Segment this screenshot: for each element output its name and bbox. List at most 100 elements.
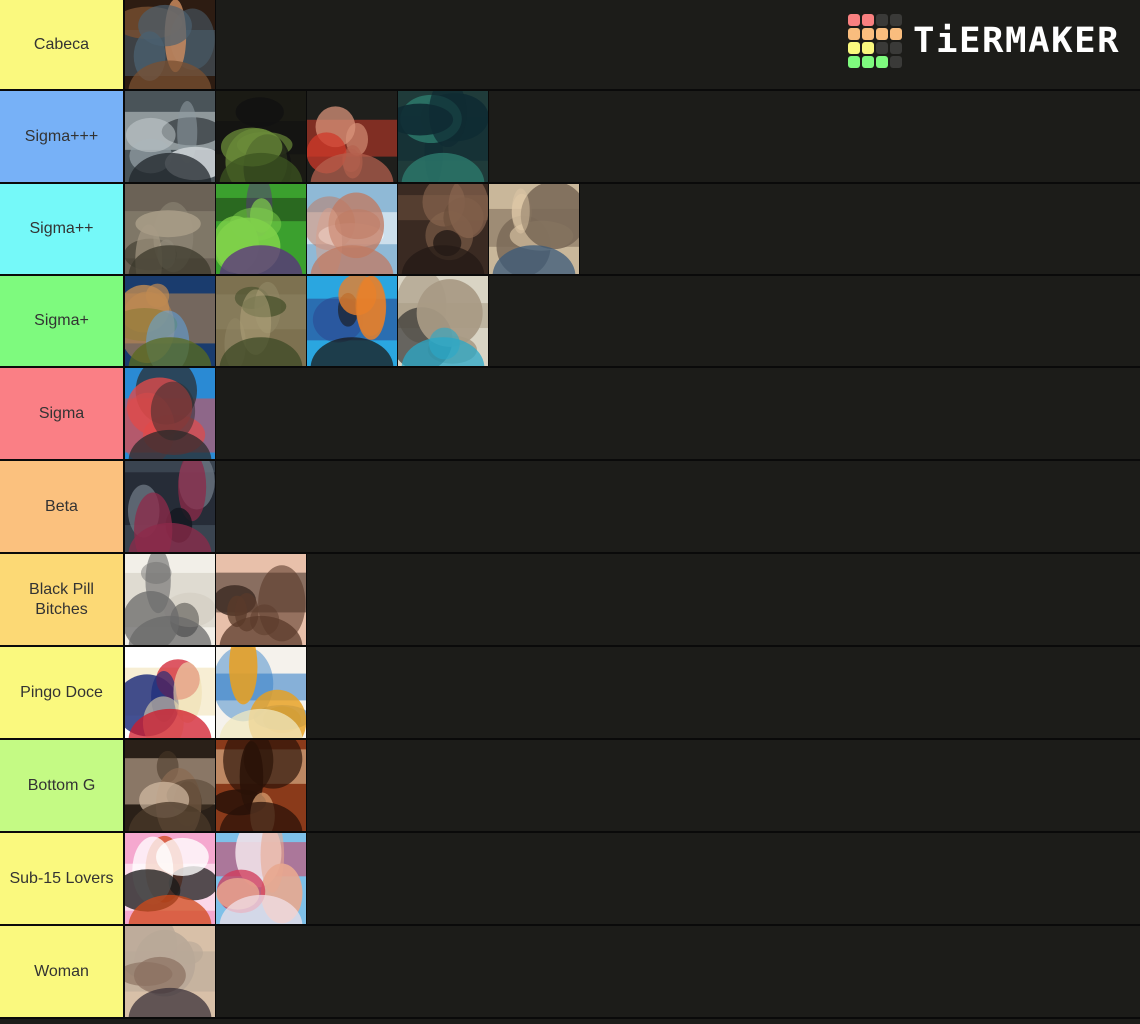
tier-label-woman[interactable]: Woman: [0, 926, 125, 1017]
tier-item-treebeard-ent-face-lotr[interactable]: [125, 184, 216, 274]
jesse-pinkman-laughing-meme-thumbnail: [216, 740, 306, 831]
pingo-doce-milho-corn-can-thumbnail: [216, 647, 306, 738]
logo-cell-1-0: [847, 28, 860, 40]
tier-label-pingo-doce[interactable]: Pingo Doce: [0, 647, 125, 738]
tier-item-continente-popcorn-package[interactable]: [125, 647, 216, 738]
tier-item-bodybuilder-uwu-text-meme[interactable]: [307, 184, 398, 274]
rainbow-man-middle-finger-meme-thumbnail: [125, 368, 215, 459]
tier-label-black-pill-bitches[interactable]: Black Pill Bitches: [0, 554, 125, 645]
logo-cell-3-2: [875, 56, 888, 68]
tier-item-shirtless-man-beanie-mirror-selfie[interactable]: [398, 276, 489, 366]
witcher-geralt-with-frying-pan-thumbnail: [125, 91, 215, 182]
tree-face-creature-fantasy-thumbnail: [216, 276, 306, 366]
tier-row: Black Pill Bitches: [0, 554, 1140, 647]
logo-cell-3-3: [889, 56, 902, 68]
logo-cell-3-0: [847, 56, 860, 68]
tier-label-bottom-g[interactable]: Bottom G: [0, 740, 125, 831]
tier-row: Sigma+: [0, 276, 1140, 368]
man-with-kachow-sunglasses-outdoors-thumbnail: [216, 833, 306, 924]
tier-row: Beta: [0, 461, 1140, 554]
tier-items-container[interactable]: [125, 833, 1140, 924]
tier-item-ultra-instinct-shaggy-cartoon[interactable]: [125, 276, 216, 366]
tier-item-green-haired-anime-character[interactable]: [398, 91, 489, 182]
tier-label-cabeca[interactable]: Cabeca: [0, 0, 125, 89]
tier-item-dark-haired-man-selfie-closeup[interactable]: [398, 184, 489, 274]
young-man-eyes-closed-indoor-photo-thumbnail: [125, 0, 215, 89]
tiermaker-wordmark: TiERMAKER: [912, 20, 1121, 61]
dark-armored-game-character-thumbnail: [125, 461, 215, 552]
walter-white-breaking-bad-thumbnail: [489, 184, 579, 274]
tier-label-sigma[interactable]: Sigma+++: [0, 91, 125, 182]
tier-items-container[interactable]: [125, 91, 1140, 182]
bodybuilder-uwu-text-meme-thumbnail: [307, 184, 397, 274]
tier-row: Bottom G: [0, 740, 1140, 833]
tier-item-woman-in-bikini-outdoors[interactable]: [125, 926, 216, 1017]
tier-item-man-with-kachow-sunglasses-outdoors[interactable]: [216, 833, 307, 924]
heisenberg-shrek-hybrid-meme-thumbnail: [216, 91, 306, 182]
tier-item-young-man-dark-hair-webcam[interactable]: [125, 740, 216, 831]
tier-item-pingo-doce-milho-corn-can[interactable]: [216, 647, 307, 738]
tier-item-mark-zuckerberg-face-meme[interactable]: [216, 554, 307, 645]
tier-item-heisenberg-shrek-hybrid-meme[interactable]: [216, 91, 307, 182]
tier-item-green-goblin-samuel-jackson-meme[interactable]: [216, 184, 307, 274]
tier-item-dragon-head-man-in-tuxedo[interactable]: [125, 833, 216, 924]
tier-item-muscular-shirtless-kid-flexing[interactable]: [307, 91, 398, 182]
tier-items-container[interactable]: [125, 926, 1140, 1017]
tier-items-container[interactable]: [125, 184, 1140, 274]
tier-item-goku-dragon-ball-anime[interactable]: [307, 276, 398, 366]
tier-items-container[interactable]: [125, 276, 1140, 366]
tiermaker-grid-logo-icon: [847, 14, 902, 68]
tiermaker-app: TiERMAKER Cabeca Sigma+++ Sigma++ Sigma+ Sig…: [0, 0, 1140, 1024]
logo-cell-0-3: [889, 14, 902, 26]
tier-item-blurry-dark-hair-person-closeup[interactable]: [125, 554, 216, 645]
tier-row: Sigma++: [0, 184, 1140, 276]
tier-items-container[interactable]: [125, 461, 1140, 552]
logo-cell-0-2: [875, 14, 888, 26]
logo-cell-0-1: [861, 14, 874, 26]
tier-items-container[interactable]: [125, 647, 1140, 738]
dark-haired-man-selfie-closeup-thumbnail: [398, 184, 488, 274]
continente-popcorn-package-thumbnail: [125, 647, 215, 738]
tier-item-jesse-pinkman-laughing-meme[interactable]: [216, 740, 307, 831]
tier-item-tree-face-creature-fantasy[interactable]: [216, 276, 307, 366]
dragon-head-man-in-tuxedo-thumbnail: [125, 833, 215, 924]
treebeard-ent-face-lotr-thumbnail: [125, 184, 215, 274]
mark-zuckerberg-face-meme-thumbnail: [216, 554, 306, 645]
blurry-dark-hair-person-closeup-thumbnail: [125, 554, 215, 645]
tier-row: Sigma: [0, 368, 1140, 461]
goku-dragon-ball-anime-thumbnail: [307, 276, 397, 366]
tier-label-sub-15-lovers[interactable]: Sub-15 Lovers: [0, 833, 125, 924]
tier-item-witcher-geralt-with-frying-pan[interactable]: [125, 91, 216, 182]
tier-row: Pingo Doce: [0, 647, 1140, 740]
tier-items-container[interactable]: [125, 740, 1140, 831]
logo-cell-2-2: [875, 42, 888, 54]
logo-cell-2-1: [861, 42, 874, 54]
tier-item-rainbow-man-middle-finger-meme[interactable]: [125, 368, 216, 459]
tier-label-sigma[interactable]: Sigma+: [0, 276, 125, 366]
young-man-dark-hair-webcam-thumbnail: [125, 740, 215, 831]
tier-row: Sigma+++: [0, 91, 1140, 184]
muscular-shirtless-kid-flexing-thumbnail: [307, 91, 397, 182]
tier-item-walter-white-breaking-bad[interactable]: [489, 184, 580, 274]
green-haired-anime-character-thumbnail: [398, 91, 488, 182]
tier-item-young-man-eyes-closed-indoor-photo[interactable]: [125, 0, 216, 89]
woman-in-bikini-outdoors-thumbnail: [125, 926, 215, 1017]
tier-row: Woman: [0, 926, 1140, 1019]
tier-label-beta[interactable]: Beta: [0, 461, 125, 552]
shirtless-man-beanie-mirror-selfie-thumbnail: [398, 276, 488, 366]
logo-cell-1-1: [861, 28, 874, 40]
logo-cell-1-2: [875, 28, 888, 40]
tier-label-sigma[interactable]: Sigma++: [0, 184, 125, 274]
tier-list: Cabeca Sigma+++ Sigma++ Sigma+ Sigma Beta Blac…: [0, 0, 1140, 1019]
ultra-instinct-shaggy-cartoon-thumbnail: [125, 276, 215, 366]
tier-row: Sub-15 Lovers: [0, 833, 1140, 926]
logo-cell-0-0: [847, 14, 860, 26]
tier-item-dark-armored-game-character[interactable]: [125, 461, 216, 552]
green-goblin-samuel-jackson-meme-thumbnail: [216, 184, 306, 274]
tier-label-sigma[interactable]: Sigma: [0, 368, 125, 459]
logo-cell-2-0: [847, 42, 860, 54]
logo-cell-2-3: [889, 42, 902, 54]
tier-items-container[interactable]: [125, 554, 1140, 645]
logo-cell-3-1: [861, 56, 874, 68]
tier-items-container[interactable]: [125, 368, 1140, 459]
